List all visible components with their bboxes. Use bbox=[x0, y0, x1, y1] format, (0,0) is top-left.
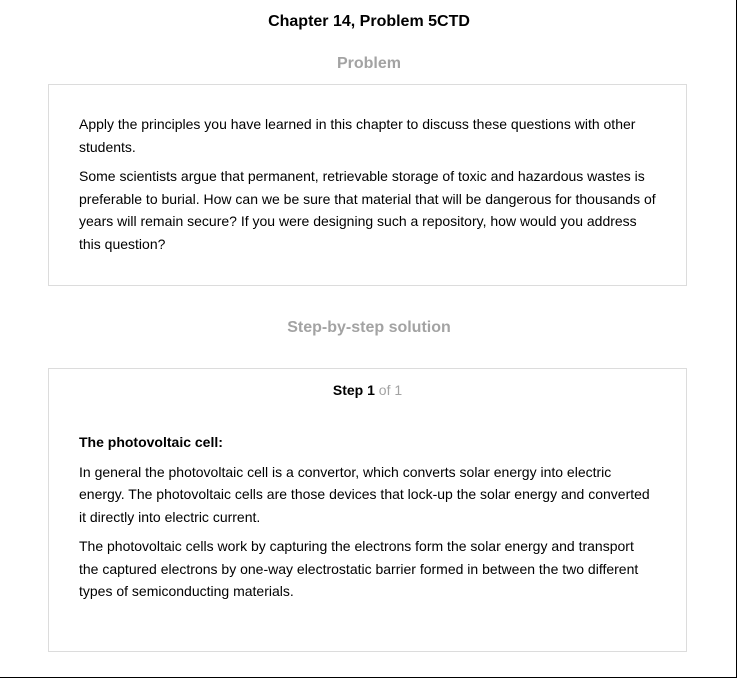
page-title: Chapter 14, Problem 5CTD bbox=[268, 13, 470, 30]
step-word: Step bbox=[332, 382, 364, 398]
solution-card: Step 1 of 1 The photovoltaic cell: In ge… bbox=[48, 368, 687, 652]
solution-subheading: The photovoltaic cell: bbox=[79, 434, 223, 450]
solution-heading: Step-by-step solution bbox=[287, 319, 451, 336]
problem-paragraph: Apply the principles you have learned in… bbox=[79, 116, 636, 155]
step-number: 1 bbox=[367, 382, 375, 398]
solution-paragraph: The photovoltaic cells work by capturing… bbox=[79, 538, 639, 599]
step-total: of 1 bbox=[378, 382, 403, 398]
problem-card: Apply the principles you have learned in… bbox=[48, 84, 687, 286]
problem-paragraph: Some scientists argue that permanent, re… bbox=[79, 168, 656, 252]
problem-heading: Problem bbox=[336, 55, 401, 72]
solution-paragraph: In general the photovoltaic cell is a co… bbox=[79, 463, 650, 525]
step-indicator: Step 1 of 1 bbox=[79, 379, 656, 401]
